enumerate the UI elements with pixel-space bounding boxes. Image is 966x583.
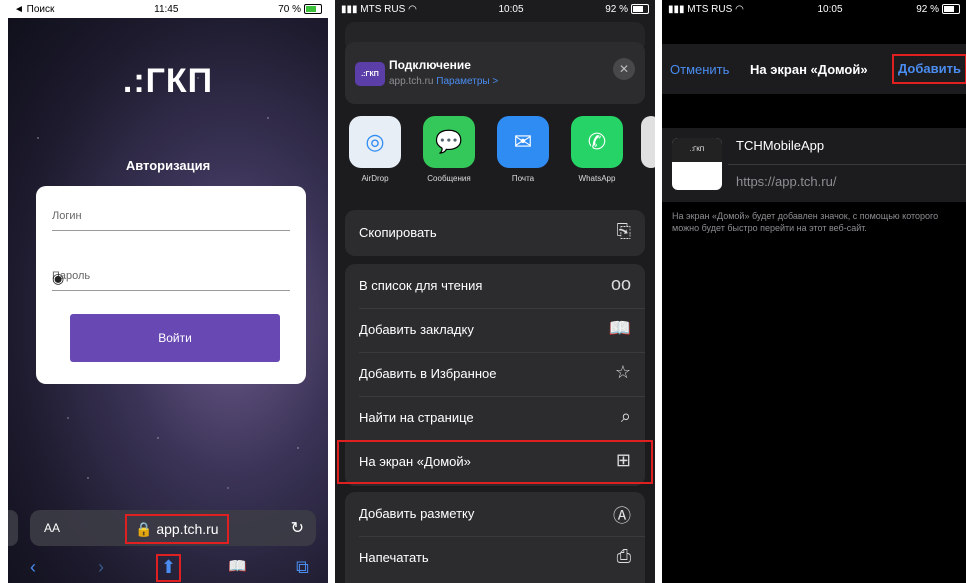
login-field[interactable]: Логин [52,200,290,231]
shortcut-name-input[interactable]: TCHMobileApp [736,138,824,153]
battery-indicator: 92 % [916,4,960,15]
address-bar[interactable]: AA 🔒 app.tch.ru ↻ [30,510,316,546]
site-icon: .:ГКП [355,62,385,86]
back-to-search[interactable]: ◄ Поиск [14,4,54,15]
url-text[interactable]: 🔒 app.tch.ru [125,514,229,544]
shortcut-thumbnail: .:ГКП [672,138,722,190]
password-field[interactable]: Пароль ◉ [52,260,290,291]
battery-indicator: 92 % [605,4,649,15]
tabs-icon[interactable]: ⧉ [296,557,309,578]
copy-icon: ⎘ [616,221,631,241]
battery-icon [303,3,322,14]
add-to-home-screen: ▮▮▮ MTS RUS ◠ 10:05 92 % Отменить На экр… [662,0,966,583]
status-bar: ◄ Поиск 11:45 70 % [8,0,328,18]
forward-icon[interactable]: › [98,557,104,578]
copy-group: Скопировать ⎘ [345,210,645,256]
login-placeholder: Логин [52,210,82,222]
previous-tab-stub[interactable] [8,510,18,546]
nav-bar: Отменить На экран «Домой» Добавить [662,44,966,94]
search-icon: ⌕ [620,406,631,426]
book-icon: 📖 [608,318,631,338]
bookmarks-icon[interactable]: 📖 [228,557,247,575]
action-reading-list[interactable]: В список для чтения oo [345,264,645,308]
options-link[interactable]: Параметры > [436,76,498,87]
reload-icon[interactable]: ↻ [291,518,304,538]
more-apps-icon [641,116,655,168]
share-title: Подключение [389,58,471,72]
auth-title: Авторизация [125,158,211,173]
battery-indicator: 70 % [278,4,322,15]
action-add-favorites[interactable]: Добавить в Избранное ☆ [345,352,645,396]
action-add-bookmark[interactable]: Добавить закладку 📖 [345,308,645,352]
share-subtitle: app.tch.ru Параметры > [389,76,499,87]
action-print[interactable]: Напечатать ⎙ [345,536,645,580]
airdrop-icon: ◎ [349,116,401,168]
glasses-icon: oo [610,274,631,294]
action-markup[interactable]: Добавить разметку Ⓐ [345,492,645,536]
status-bar: ▮▮▮ MTS RUS ◠ 10:05 92 % [662,0,966,18]
share-app-whatsapp[interactable]: ✆ WhatsApp [567,116,627,183]
battery-icon [941,3,960,14]
printer-icon: ⎙ [616,546,631,566]
share-sheet-screen: ▮▮▮ MTS RUS ◠ 10:05 92 % .:ГКП Подключен… [335,0,655,583]
share-icon[interactable]: ⬆ [156,554,182,582]
share-app-more[interactable] [641,116,655,174]
clock: 10:05 [817,3,843,15]
tkp-logo: .:ГКП [122,62,214,100]
action-find-on-page[interactable]: Найти на странице ⌕ [345,396,645,440]
login-card: Логин Пароль ◉ Войти [36,186,306,384]
carrier: ▮▮▮ MTS RUS ◠ [668,3,744,15]
page-title: На экран «Домой» [750,62,868,77]
action-add-to-home-screen[interactable]: На экран «Домой» ⊞ [337,440,653,484]
messages-icon: 💬 [423,116,475,168]
clock: 11:45 [154,3,179,15]
carrier: ▮▮▮ MTS RUS ◠ [341,3,417,15]
markup-icon: Ⓐ [613,506,631,526]
share-header: .:ГКП Подключение app.tch.ru Параметры >… [345,42,645,104]
action-copy[interactable]: Скопировать ⎘ [345,211,645,255]
share-apps-row: ◎ AirDrop 💬 Сообщения ✉ Почта ✆ WhatsApp [345,116,655,196]
shortcut-note: На экран «Домой» будет добавлен значок, … [672,211,939,233]
eye-slash-icon[interactable]: ◉ [52,270,290,287]
login-screen: ◄ Поиск 11:45 70 % .:ГКП Авторизация Лог… [8,0,328,583]
mail-icon: ✉ [497,116,549,168]
shortcut-url: https://app.tch.ru/ [736,174,837,189]
add-button[interactable]: Добавить [892,54,966,84]
share-app-messages[interactable]: 💬 Сообщения [419,116,479,183]
more-actions-group: Добавить разметку Ⓐ Напечатать ⎙ [345,492,645,583]
cancel-button[interactable]: Отменить [670,62,729,77]
share-app-airdrop[interactable]: ◎ AirDrop [345,116,405,183]
share-app-mail[interactable]: ✉ Почта [493,116,553,183]
shortcut-form: .:ГКП TCHMobileApp https://app.tch.ru/ [662,128,966,202]
star-icon: ☆ [614,362,631,382]
clock: 10:05 [498,3,524,15]
battery-icon [630,3,649,14]
login-button[interactable]: Войти [70,314,280,362]
back-icon[interactable]: ‹ [30,557,36,578]
safari-toolbar: ‹ › ⬆ 📖 ⧉ [8,553,328,583]
status-bar: ▮▮▮ MTS RUS ◠ 10:05 92 % [335,0,655,18]
actions-group: В список для чтения oo Добавить закладку 📖… [337,264,653,486]
add-square-icon: ⊞ [615,450,631,470]
whatsapp-icon: ✆ [571,116,623,168]
text-size-button[interactable]: AA [44,521,60,535]
close-icon[interactable]: ✕ [613,58,635,80]
